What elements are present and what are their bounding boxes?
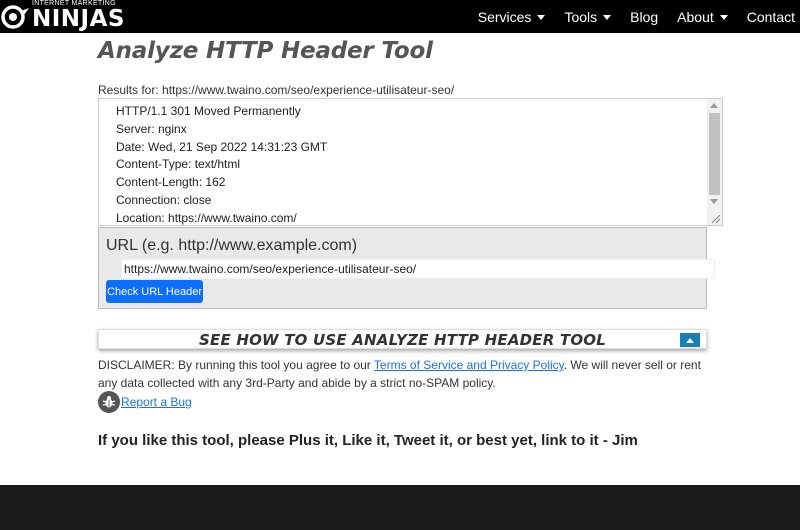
top-navbar: INTERNET MARKETING NINJAS Services Tools… <box>0 0 800 33</box>
result-line: Content-Length: 162 <box>116 175 226 190</box>
results-scrollbar[interactable] <box>707 99 722 225</box>
terms-privacy-link[interactable]: Terms of Service and Privacy Policy <box>374 358 564 372</box>
results-for-label: Results for: https://www.twaino.com/seo/… <box>98 83 455 97</box>
report-bug-link[interactable]: Report a Bug <box>121 395 192 409</box>
how-to-use-bar[interactable]: SEE HOW TO USE ANALYZE HTTP HEADER TOOL <box>98 329 707 349</box>
bug-icon <box>98 391 120 413</box>
nav-item-tools[interactable]: Tools <box>564 9 612 25</box>
disclaimer-text: DISCLAIMER: By running this tool you agr… <box>98 358 701 390</box>
result-line: Connection: close <box>116 192 212 207</box>
page-footer <box>0 485 800 530</box>
ninja-swirl-icon <box>1 5 29 29</box>
report-bug-row: Report a Bug <box>98 391 192 413</box>
url-field-label: URL (e.g. http://www.example.com) <box>106 237 358 254</box>
scroll-down-arrow-icon[interactable] <box>710 199 718 204</box>
result-line: Location: https://www.twaino.com/ <box>116 210 297 225</box>
chevron-down-icon <box>719 14 728 20</box>
results-textarea[interactable]: HTTP/1.1 301 Moved Permanently Server: n… <box>98 98 723 226</box>
how-to-use-label: SEE HOW TO USE ANALYZE HTTP HEADER TOOL <box>199 331 606 349</box>
result-line: Date: Wed, 21 Sep 2022 14:31:23 GMT <box>116 139 328 154</box>
check-url-header-button[interactable]: Check URL Header <box>106 280 203 303</box>
nav-menu: Services Tools Blog About Contact <box>459 0 795 33</box>
chevron-down-icon <box>603 14 612 20</box>
share-call-to-action: If you like this tool, please Plus it, L… <box>98 432 638 449</box>
resize-grip-icon[interactable] <box>712 215 720 223</box>
chevron-up-icon <box>686 337 694 343</box>
page-title: Analyze HTTP Header Tool <box>98 38 433 64</box>
url-form: URL (e.g. http://www.example.com) https:… <box>98 227 715 309</box>
result-line: Server: nginx <box>116 121 187 136</box>
nav-item-blog[interactable]: Blog <box>630 9 658 25</box>
brand-logo[interactable]: INTERNET MARKETING NINJAS <box>0 0 124 33</box>
result-line: Content-Type: text/html <box>116 157 241 172</box>
scroll-up-arrow-icon[interactable] <box>710 103 718 108</box>
toggle-howto-button[interactable] <box>680 333 700 347</box>
chevron-down-icon <box>537 14 546 20</box>
scroll-thumb[interactable] <box>709 113 720 195</box>
result-line: HTTP/1.1 301 Moved Permanently <box>116 104 301 118</box>
nav-item-about[interactable]: About <box>677 9 728 25</box>
nav-item-services[interactable]: Services <box>478 9 546 25</box>
url-input[interactable]: https://www.twaino.com/seo/experience-ut… <box>121 259 715 279</box>
nav-item-contact[interactable]: Contact <box>747 9 795 25</box>
header-results-list: HTTP/1.1 301 Moved Permanently Server: n… <box>116 103 328 225</box>
brand-name: NINJAS <box>32 6 125 32</box>
